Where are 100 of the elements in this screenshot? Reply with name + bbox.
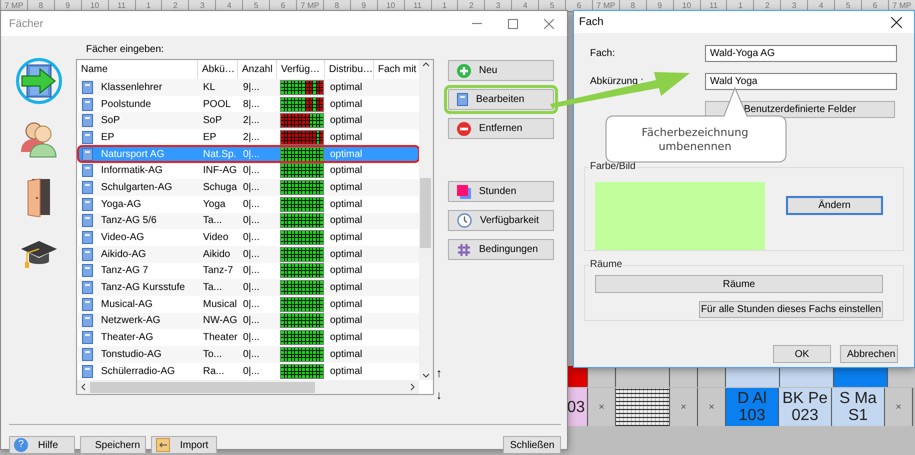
- table-row[interactable]: Yoga-AG Yoga 0|... optimal: [78, 196, 419, 212]
- table-cell: Netzwerk-AG: [101, 315, 160, 326]
- scrollbar-thumb[interactable]: [90, 382, 315, 392]
- table-row[interactable]: Tonstudio-AG To... 0|... optimal: [78, 346, 419, 363]
- action-button[interactable]: Stunden: [448, 181, 554, 202]
- rooms-button[interactable]: Räume: [595, 275, 883, 293]
- footer-button[interactable]: Import: [151, 436, 217, 454]
- book-icon: [82, 264, 93, 278]
- apply-all-button[interactable]: Für alle Stunden dieses Fachs einstellen: [699, 301, 883, 318]
- table-cell: EP: [101, 132, 114, 143]
- table-cell: Video-AG: [101, 232, 144, 244]
- table-cell-text: Theater: [202, 332, 238, 344]
- table-cell: Tonstudio-AG: [101, 348, 162, 360]
- table-cell-text: 9|...: [242, 82, 260, 93]
- table-cell: Klassenlehrer: [101, 82, 162, 93]
- table-cell-text: optimal: [329, 315, 364, 326]
- table-cell-text: Musical: [202, 298, 238, 310]
- table-cell-text: 0|...: [242, 332, 260, 344]
- table-row[interactable]: Schulgarten-AG Schuga 0|... optimal: [78, 179, 419, 196]
- table-cell: Schülerradio-AG: [101, 366, 175, 377]
- table-cell: SoP: [101, 115, 120, 126]
- table-row[interactable]: Tanz-AG 7 Tanz-7 0|... optimal: [78, 262, 419, 280]
- help-icon: ?: [14, 438, 28, 452]
- scroll-left-icon[interactable]: [80, 383, 86, 391]
- table-cell-text: 0|...: [242, 215, 260, 226]
- subject-field[interactable]: Wald-Yoga AG: [705, 44, 897, 62]
- close-icon[interactable]: [890, 16, 902, 28]
- table-cell-text: Ra...: [202, 366, 226, 377]
- horizontal-scrollbar[interactable]: [77, 380, 419, 394]
- availability-grid: [280, 246, 324, 262]
- clock-icon: [457, 213, 472, 228]
- table-cell-text: Aikido: [202, 248, 232, 260]
- action-button[interactable]: Entfernen: [448, 118, 554, 139]
- action-button[interactable]: Neu: [448, 60, 554, 81]
- group-label: Räume: [589, 259, 624, 270]
- book-icon: [82, 364, 93, 378]
- table-cell-text: 0|...: [242, 282, 260, 294]
- table-cell-text: 8|...: [242, 98, 260, 110]
- squares-icon: [457, 184, 471, 198]
- table-row[interactable]: Informatik-AG INF-AG 0|... optimal: [78, 162, 419, 180]
- timetable-cell: D Al 103: [726, 388, 779, 426]
- scroll-up-icon[interactable]: [422, 60, 430, 68]
- table-row[interactable]: Musical-AG Musical 0|... optimal: [78, 296, 419, 313]
- timetable-cell: ×: [670, 388, 698, 426]
- table-cell-text: 0|...: [242, 248, 260, 260]
- minimize-icon[interactable]: [472, 22, 482, 24]
- change-button[interactable]: Ändern: [787, 197, 882, 214]
- abbreviation-field[interactable]: Wald Yoga: [705, 72, 897, 90]
- table-cell-text: optimal: [329, 82, 364, 93]
- table-cell-text: 2|...: [242, 132, 260, 143]
- table-cell-text: 0|...: [242, 232, 260, 244]
- table-row[interactable]: Schülerradio-AG Ra... 0|... optimal: [78, 362, 419, 380]
- table-row[interactable]: Aikido-AG Aikido 0|... optimal: [78, 246, 419, 263]
- table-cell: Natursport AG: [101, 148, 164, 160]
- table-row[interactable]: Netzwerk-AG NW-AG 0|... optimal: [78, 312, 419, 330]
- table-row[interactable]: Tanz-AG Kursstufe Ta... 0|... optimal: [78, 279, 419, 296]
- table-cell-text: optimal: [329, 248, 364, 260]
- footer-button[interactable]: ? Hilfe: [9, 436, 75, 454]
- availability-grid: [280, 213, 324, 228]
- table-cell-text: optimal: [329, 115, 364, 126]
- table-cell: Aikido-AG: [101, 248, 146, 260]
- close-button[interactable]: Schließen: [503, 436, 561, 454]
- table-row[interactable]: SoP SoP 2|... optimal: [78, 112, 419, 130]
- scrollbar-thumb[interactable]: [420, 178, 431, 248]
- sidebar-item[interactable]: [16, 58, 62, 104]
- timetable-cell: BK Pe 023: [779, 388, 832, 426]
- table-cell-text: Tanz-7: [202, 265, 234, 276]
- people-icon: [18, 120, 58, 158]
- book-icon: [82, 298, 93, 311]
- scroll-down-icon[interactable]: [422, 372, 430, 380]
- table-cell: Yoga-AG: [101, 198, 142, 210]
- table-cell-text: 2|...: [242, 115, 260, 126]
- availability-grid: [280, 330, 324, 346]
- move-up-button[interactable]: ↑: [436, 366, 446, 380]
- timetable-cell: ×: [588, 388, 616, 426]
- cancel-button[interactable]: Abbrechen: [840, 345, 898, 363]
- table-row[interactable]: Video-AG Video 0|... optimal: [78, 229, 419, 246]
- book-icon: [82, 248, 93, 261]
- book-icon: [82, 281, 93, 294]
- table-cell-text: Nat.Sp.: [202, 148, 238, 160]
- scroll-right-icon[interactable]: [410, 383, 416, 391]
- table-cell-text: Yoga: [202, 198, 226, 210]
- book-icon: [82, 130, 93, 144]
- table-cell-text: optimal: [329, 215, 364, 226]
- table-cell-text: 0|...: [242, 265, 260, 276]
- move-down-button[interactable]: ↓: [436, 388, 446, 402]
- table-row[interactable]: Theater-AG Theater 0|... optimal: [78, 329, 419, 346]
- table-cell-text: optimal: [329, 132, 364, 143]
- footer-button[interactable]: Speichern: [80, 436, 146, 454]
- maximize-icon[interactable]: [508, 18, 518, 28]
- table-row[interactable]: Tanz-AG 5/6 Ta... 0|... optimal: [78, 212, 419, 230]
- ok-button[interactable]: OK: [773, 345, 831, 363]
- book-icon: [82, 331, 93, 344]
- book-icon: [82, 231, 93, 244]
- table-row[interactable]: Klassenlehrer KL 9|... optimal: [78, 79, 419, 96]
- action-button[interactable]: Verfügbarkeit: [448, 210, 554, 231]
- vertical-scrollbar[interactable]: [419, 60, 433, 380]
- table-cell-text: INF-AG: [202, 165, 238, 176]
- action-button[interactable]: Bedingungen: [448, 239, 554, 260]
- table-cell: Poolstunde: [101, 98, 152, 110]
